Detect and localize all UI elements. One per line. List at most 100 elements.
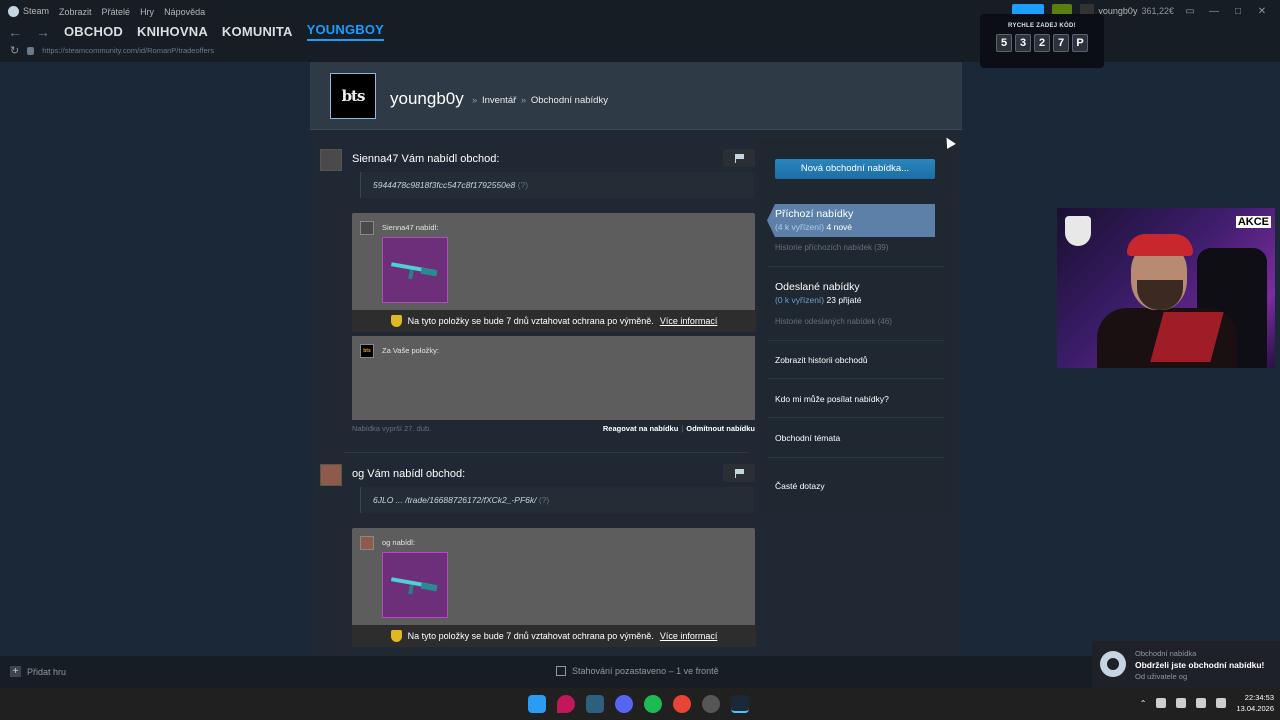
friends-menu[interactable]: Přátelé — [102, 7, 131, 17]
report-button[interactable] — [723, 464, 755, 482]
download-status-text: Stahování pozastaveno – 1 ve frontě — [572, 666, 719, 676]
minimize-icon[interactable]: — — [1206, 6, 1222, 17]
incoming-offers-tab[interactable]: Příchozí nabídky (4 k vyřízení) 4 nové — [767, 204, 935, 237]
spotify-icon[interactable] — [644, 695, 662, 713]
chevron-up-icon[interactable]: ⌃ — [1140, 699, 1147, 708]
steam-logo-icon — [8, 6, 19, 18]
sent-history-link[interactable]: Historie odeslaných nabídek (46) — [775, 317, 892, 326]
new-trade-offer-button[interactable]: Nová obchodní nabídka... — [775, 159, 935, 179]
faq-link[interactable]: Časté dotazy — [775, 481, 825, 491]
protection-text: Na tyto položky se bude 7 dnů vztahovat … — [407, 316, 654, 326]
chrome-icon[interactable] — [673, 695, 691, 713]
discord-icon[interactable] — [615, 695, 633, 713]
offer-footer: Nabídka vyprší 27. dub. Reagovat na nabí… — [352, 422, 755, 436]
incoming-history-link[interactable]: Historie příchozích nabídek (39) — [775, 243, 888, 252]
your-items-label: Za Vaše položky: — [382, 346, 439, 355]
network-icon[interactable] — [1196, 698, 1207, 708]
item-tile[interactable] — [382, 552, 448, 618]
who-can-send-link[interactable]: Kdo mi může posílat nabídky? — [775, 394, 889, 404]
nav-profile[interactable]: YOUNGBOY — [306, 22, 385, 41]
shield-icon — [390, 315, 402, 327]
offer-header: og Vám nabídl obchod: — [320, 464, 756, 488]
item-tile[interactable] — [382, 237, 448, 303]
reload-icon[interactable]: ↻ — [10, 44, 19, 57]
breadcrumb: » Inventář » Obchodní nabídky — [470, 95, 608, 106]
url-text[interactable]: https://steamcommunity.com/id/RomanP/tra… — [42, 46, 214, 55]
nav-store[interactable]: OBCHOD — [64, 24, 123, 39]
more-info-link[interactable]: Více informací — [660, 631, 718, 641]
nav-community[interactable]: KOMUNITA — [222, 24, 293, 39]
forward-arrow-icon[interactable]: → — [36, 24, 50, 40]
profile-logo: bts — [341, 87, 366, 105]
offer-expiry: Nabídka vyprší 27. dub. — [352, 424, 432, 433]
sidebar-divider — [767, 457, 945, 458]
offer-header: Sienna47 Vám nabídl obchod: — [320, 149, 756, 173]
own-mini-avatar: bts — [360, 344, 374, 358]
toast-message: Obdrželi jste obchodní nabídku! — [1135, 660, 1265, 670]
sent-offers-link[interactable]: Odeslané nabídky — [775, 281, 860, 293]
games-menu[interactable]: Hry — [140, 7, 154, 17]
xbox-app-icon[interactable] — [586, 695, 604, 713]
big-picture-icon[interactable]: ▭ — [1182, 6, 1198, 17]
partner-mini-avatar — [360, 221, 374, 235]
trade-notification-toast[interactable]: Obchodní nabídka Obdrželi jste obchodní … — [1092, 641, 1280, 691]
steam-taskbar-icon[interactable] — [731, 695, 749, 713]
add-game-button[interactable]: + Přidat hru — [10, 666, 66, 677]
help-link[interactable]: (?) — [539, 495, 549, 505]
trade-protection-notice: Na tyto položky se bude 7 dnů vztahovat … — [352, 625, 756, 647]
offer-title: Sienna47 Vám nabídl obchod: — [352, 153, 500, 165]
speaker-icon[interactable] — [1216, 698, 1227, 708]
more-info-link[interactable]: Více informací — [660, 316, 718, 326]
start-icon[interactable] — [528, 695, 546, 713]
breadcrumb-inventory[interactable]: Inventář — [482, 95, 516, 106]
shield-icon — [390, 630, 402, 642]
help-menu[interactable]: Nápověda — [164, 7, 205, 17]
report-button[interactable] — [723, 149, 755, 167]
partner-avatar[interactable] — [320, 464, 342, 486]
download-icon — [556, 666, 566, 676]
trade-offer: Sienna47 Vám nabídl obchod: 5944478c9818… — [320, 149, 756, 439]
profile-avatar[interactable]: bts — [330, 73, 376, 119]
your-items: bts Za Vaše položky: — [352, 336, 755, 420]
incoming-title: Příchozí nabídky — [775, 208, 854, 220]
help-link[interactable]: (?) — [518, 180, 528, 190]
profile-header: bts youngb0y » Inventář » Obchodní nabíd… — [310, 62, 962, 130]
view-menu[interactable]: Zobrazit — [59, 7, 92, 17]
breadcrumb-trade-offers[interactable]: Obchodní nabídky — [531, 95, 608, 106]
code-char: P — [1072, 34, 1088, 52]
back-arrow-icon[interactable]: ← — [8, 24, 22, 40]
partner-avatar[interactable] — [320, 149, 342, 171]
incoming-status: (4 k vyřízení) 4 nové — [775, 222, 853, 232]
respond-button[interactable]: Reagovat na nabídku — [603, 424, 678, 433]
close-icon[interactable]: ✕ — [1254, 6, 1270, 17]
rifle-icon — [390, 262, 441, 280]
obs-icon[interactable] — [702, 695, 720, 713]
trade-topics-link[interactable]: Obchodní témata — [775, 433, 840, 443]
download-status[interactable]: Stahování pozastaveno – 1 ve frontě — [556, 666, 719, 676]
microphone-icon[interactable] — [1176, 698, 1187, 708]
profile-name[interactable]: youngb0y — [390, 89, 464, 109]
offer-message: 5944478c9818f3fcc547c8f1792550e8 (?) — [360, 172, 754, 198]
steam-menu[interactable]: Steam — [8, 6, 49, 18]
offer-divider — [344, 452, 748, 453]
code-overlay: RYCHLE ZADEJ KÓD! 5 3 2 7 P — [980, 14, 1104, 68]
sidebar-divider — [767, 378, 945, 379]
trade-history-link[interactable]: Zobrazit historii obchodů — [775, 355, 868, 365]
system-tray: ⌃ 22:34:53 13.04.2026 — [1140, 692, 1274, 714]
protection-text: Na tyto položky se bude 7 dnů vztahovat … — [407, 631, 654, 641]
client-menu: Steam Zobrazit Přátelé Hry Nápověda — [8, 6, 205, 18]
pin-app-icon[interactable] — [557, 695, 575, 713]
team-logo — [1065, 216, 1091, 246]
offer-message-text: 6JLO ... /trade/16688726172/fXCk2_-PF6k/ — [373, 495, 537, 505]
flag-icon — [734, 468, 744, 478]
maximize-icon[interactable]: □ — [1230, 6, 1246, 17]
toast-sender: Od uživatele og — [1135, 672, 1188, 681]
steam-statusbar: + Přidat hru Stahování pozastaveno – 1 v… — [0, 656, 1280, 688]
clock[interactable]: 22:34:53 13.04.2026 — [1236, 692, 1274, 714]
offered-items: Sienna47 nabídl: — [352, 213, 755, 311]
url-bar: ↻ https://steamcommunity.com/id/RomanP/t… — [10, 44, 214, 57]
code-char: 2 — [1034, 34, 1050, 52]
steam-tray-icon[interactable] — [1156, 698, 1167, 708]
nav-library[interactable]: KNIHOVNA — [137, 24, 208, 39]
decline-button[interactable]: Odmítnout nabídku — [686, 424, 755, 433]
